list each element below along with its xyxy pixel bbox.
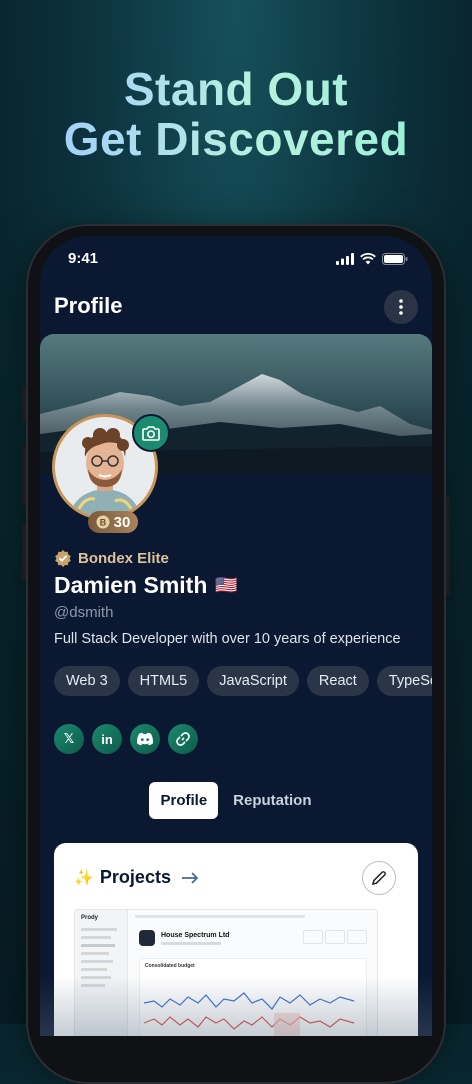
profile-handle: @dsmith	[54, 604, 114, 621]
social-links: 𝕏 in	[54, 724, 198, 754]
preview-section-title: Consolidated budget	[145, 963, 195, 969]
preview-project-name: House Spectrum Ltd	[161, 932, 230, 939]
camera-icon	[142, 426, 160, 441]
pencil-icon	[371, 871, 386, 886]
tab-reputation[interactable]: Reputation	[222, 782, 322, 819]
status-icons	[336, 253, 408, 265]
profile-name: Damien Smith	[54, 572, 208, 598]
country-flag: 🇺🇸	[215, 575, 238, 595]
linkedin-link-button[interactable]: in	[92, 724, 122, 754]
arrow-right-icon	[181, 871, 199, 884]
edit-projects-button[interactable]	[362, 861, 396, 895]
verified-badge-icon	[55, 550, 71, 567]
discord-link-button[interactable]	[130, 724, 160, 754]
headline-line-2: Get Discovered	[0, 112, 472, 166]
projects-title: Projects	[99, 867, 171, 887]
change-photo-button[interactable]	[132, 414, 170, 452]
skill-tag[interactable]: TypeScript	[376, 666, 432, 696]
status-time: 9:41	[68, 250, 99, 267]
phone-volume-down-button	[22, 522, 26, 582]
phone-volume-up-button	[22, 446, 26, 506]
projects-header[interactable]: ✨ Projects	[74, 867, 199, 888]
status-bar: 9:41	[68, 250, 408, 270]
discord-icon	[136, 732, 154, 746]
skill-tags: Web 3 HTML5 JavaScript React TypeScript	[54, 666, 432, 696]
phone-power-button	[446, 496, 450, 596]
headline-line-1: Stand Out	[0, 62, 472, 116]
phone-mute-button	[22, 386, 26, 422]
sparkles-icon: ✨	[74, 869, 94, 887]
link-icon	[176, 732, 190, 746]
website-link-button[interactable]	[168, 724, 198, 754]
skill-tag[interactable]: HTML5	[127, 666, 200, 696]
elite-label: Bondex Elite	[78, 549, 169, 567]
level-value: 30	[113, 513, 131, 531]
linkedin-icon: in	[101, 731, 113, 747]
signal-icon	[336, 253, 354, 265]
preview-app-name: Prody	[81, 915, 99, 921]
skill-tag[interactable]: Web 3	[54, 666, 120, 696]
x-link-button[interactable]: 𝕏	[54, 724, 84, 754]
battery-icon	[382, 253, 408, 265]
wifi-icon	[360, 253, 376, 265]
more-options-button[interactable]	[384, 290, 418, 324]
x-icon: 𝕏	[63, 731, 75, 746]
skill-tag[interactable]: JavaScript	[207, 666, 299, 696]
phone-screen: 9:41 Profile B 30 Bondex Elite Damien Sm…	[40, 236, 432, 1036]
bottom-fade	[40, 976, 432, 1036]
elite-badge: Bondex Elite	[54, 549, 169, 567]
bondex-coin-icon: B	[96, 515, 110, 529]
page-title: Profile	[54, 293, 123, 318]
svg-text:B: B	[99, 518, 106, 528]
profile-bio: Full Stack Developer with over 10 years …	[54, 631, 401, 647]
skill-tag[interactable]: React	[306, 666, 369, 696]
tab-profile[interactable]: Profile	[149, 782, 219, 819]
more-vertical-icon	[399, 299, 403, 315]
level-badge: B 30	[88, 511, 138, 533]
page-header: Profile	[54, 290, 418, 326]
profile-tabs: Profile Reputation	[40, 782, 432, 819]
name-row: Damien Smith 🇺🇸	[54, 572, 238, 599]
